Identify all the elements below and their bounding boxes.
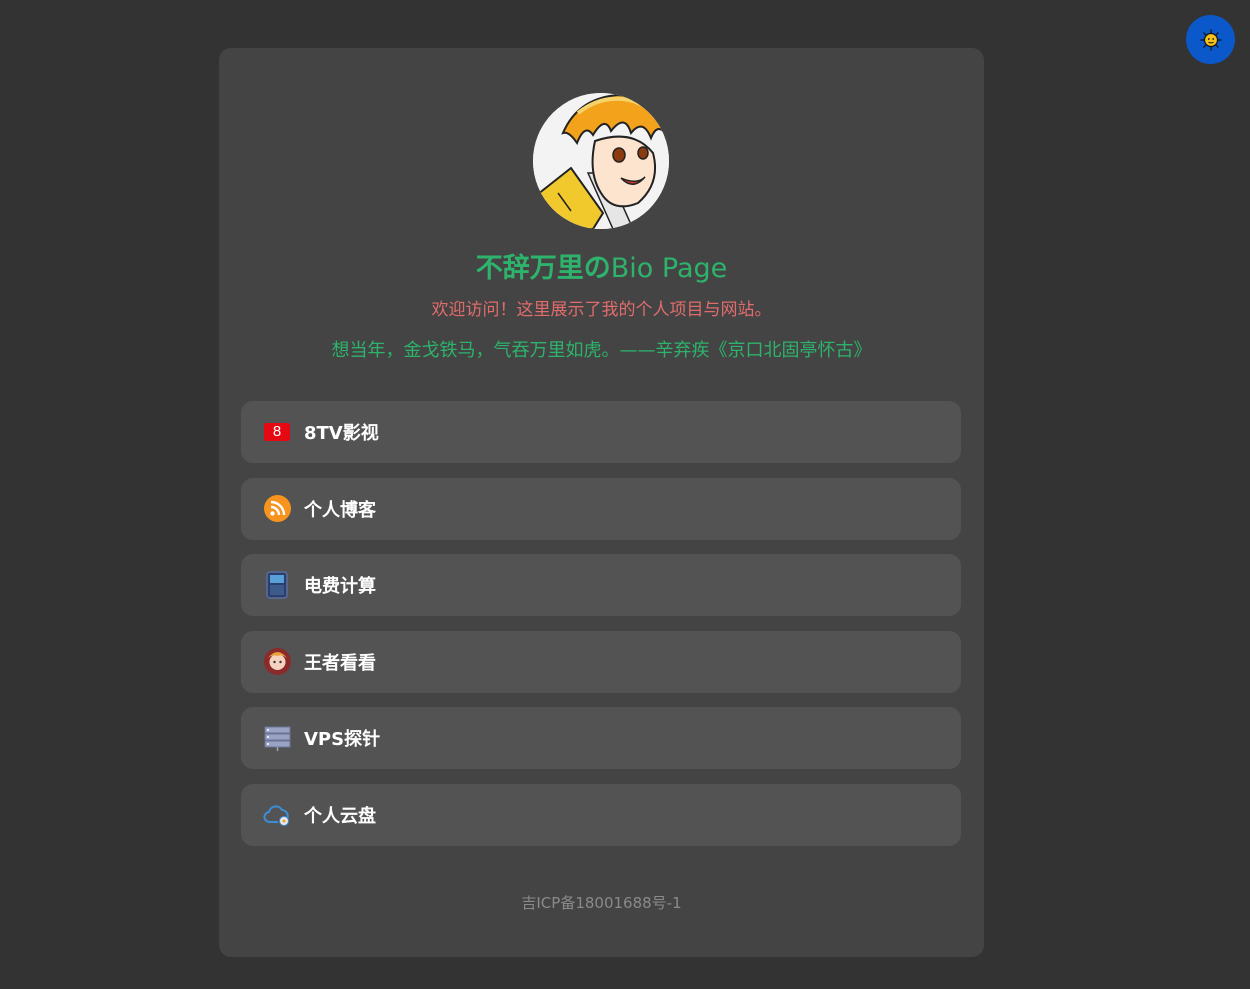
server-icon <box>263 724 291 752</box>
link-label: 个人博客 <box>304 499 376 521</box>
link-list: 8 8TV影视 个人博客 电费计算 王者看看 VPS探针 个人云盘 <box>241 401 961 860</box>
link-blog[interactable]: 个人博客 <box>241 477 961 540</box>
link-8tv[interactable]: 8 8TV影视 <box>241 401 961 463</box>
link-cloud[interactable]: 个人云盘 <box>241 783 961 846</box>
link-label: 个人云盘 <box>304 805 376 827</box>
link-label: VPS探针 <box>304 729 381 750</box>
calculator-icon <box>263 571 291 599</box>
game-avatar-icon <box>263 648 291 676</box>
icp-footer[interactable]: 吉ICP备18001688号-1 <box>219 892 984 913</box>
link-electricity[interactable]: 电费计算 <box>241 554 961 616</box>
link-vps[interactable]: VPS探针 <box>241 707 961 769</box>
link-label: 电费计算 <box>304 576 376 597</box>
anime-avatar-image <box>533 93 669 229</box>
link-label: 王者看看 <box>304 652 376 674</box>
sun-icon <box>1200 29 1221 50</box>
page-title-part2: Bio Page <box>610 253 728 284</box>
page-title-part1: 不辞万里の <box>475 253 611 284</box>
page-title: 不辞万里のBio Page <box>219 251 984 287</box>
welcome-text: 欢迎访问！这里展示了我的个人项目与网站。 <box>431 300 772 320</box>
tv-8-icon: 8 <box>263 418 291 446</box>
theme-toggle-button[interactable] <box>1186 15 1235 64</box>
cloud-icon <box>263 801 291 829</box>
bio-card: 不辞万里のBio Page 欢迎访问！这里展示了我的个人项目与网站。 想当年，金… <box>219 48 984 957</box>
avatar <box>533 93 669 229</box>
link-wangzhe[interactable]: 王者看看 <box>241 630 961 693</box>
link-label: 8TV影视 <box>304 423 379 444</box>
rss-icon <box>263 495 291 523</box>
poem-quote: 想当年，金戈铁马，气吞万里如虎。——辛弃疾《京口北固亭怀古》 <box>331 340 872 361</box>
